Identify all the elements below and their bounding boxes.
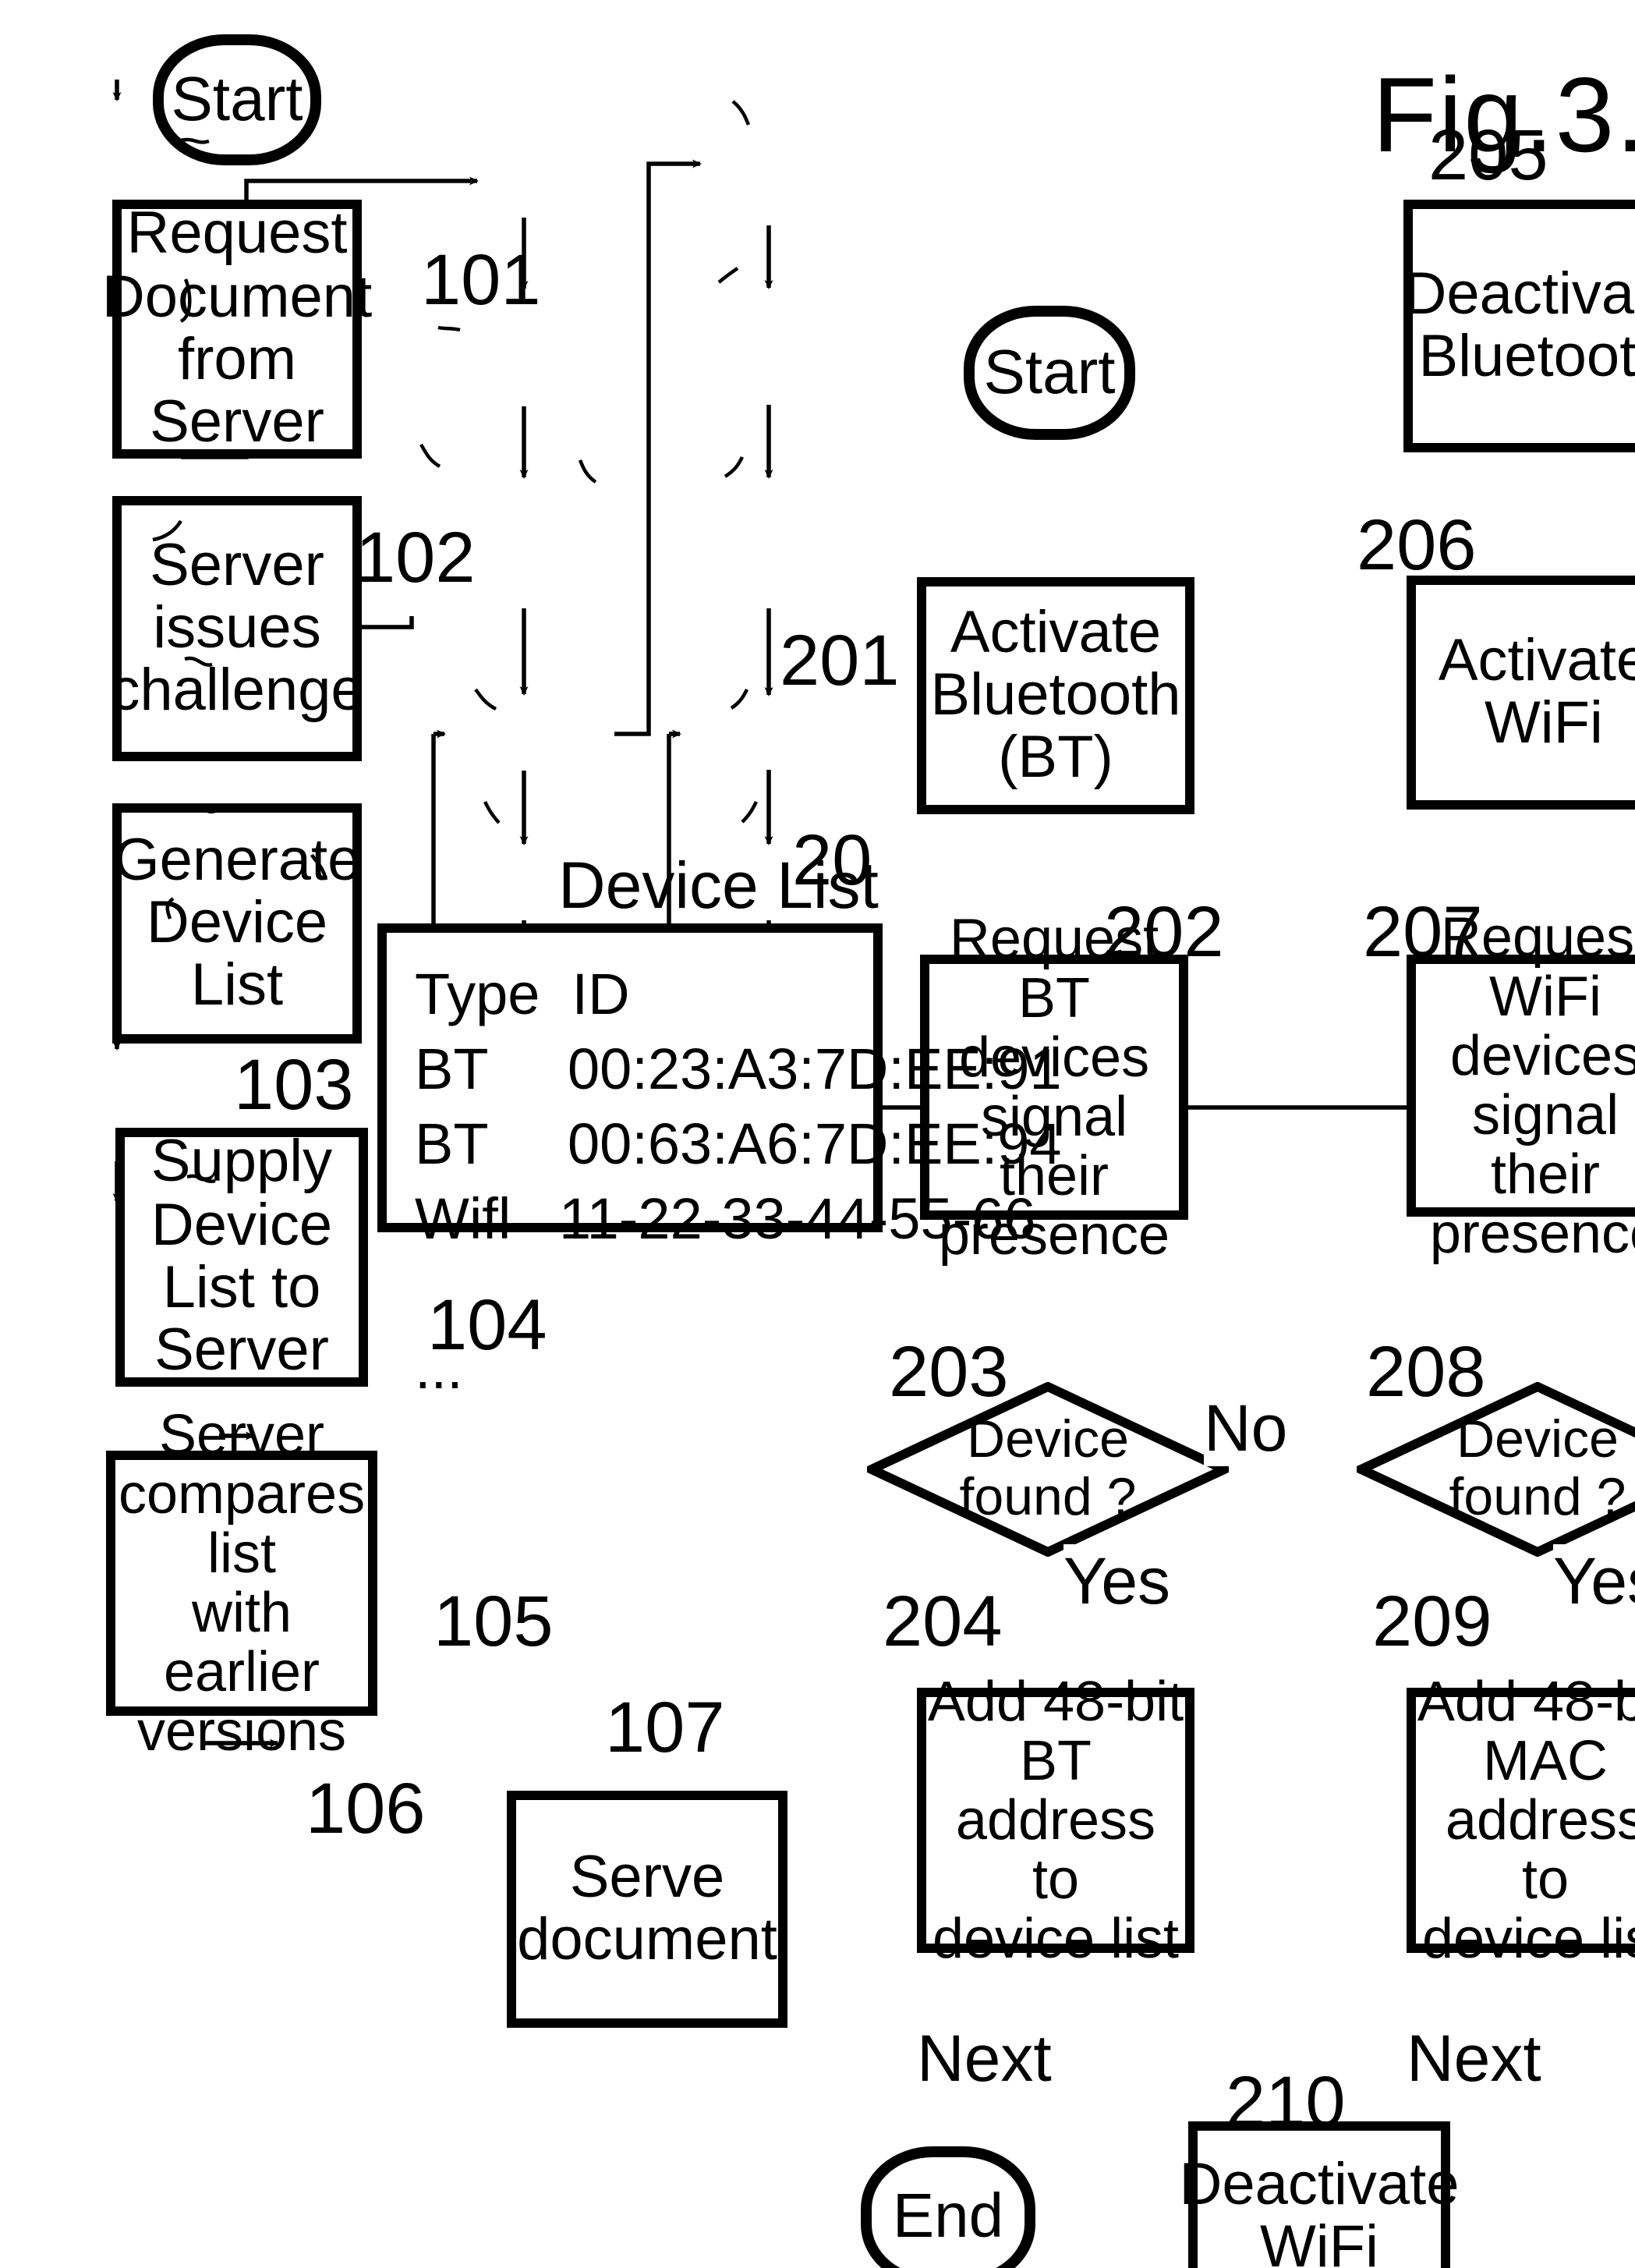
- ref-102: 102: [356, 516, 476, 597]
- ref-20: 20: [792, 819, 872, 900]
- ref-202: 202: [1104, 891, 1224, 972]
- figure-sheet: Fig.3. Start Request Document from Serve…: [0, 0, 1635, 2268]
- process-add-bt-address: Add 48-bit BT address to device list: [917, 1671, 1194, 1969]
- ref-207: 207: [1363, 891, 1483, 972]
- process-supply-device-list: Supply Device List to Server: [115, 1128, 368, 1387]
- ref-106: 106: [306, 1767, 426, 1848]
- ref-209: 209: [1372, 1580, 1492, 1661]
- device-list-table: Type ID BT 00:23:A3:7D:EE:91 BT 00:63:A6…: [377, 923, 1062, 1402]
- ref-205: 205: [1428, 114, 1548, 195]
- end-terminator-discovery: End: [861, 2146, 1035, 2268]
- ref-103: 103: [234, 1044, 354, 1125]
- start-terminator-left: Start: [153, 34, 321, 165]
- ref-107: 107: [605, 1686, 725, 1767]
- process-serve-document: Serve document: [507, 1791, 787, 2028]
- ref-101: 101: [421, 239, 541, 320]
- process-activate-wifi: Activate WiFi: [1407, 576, 1635, 810]
- ref-208: 208: [1366, 1331, 1486, 1412]
- edge-label-bt-found-no: No: [1204, 1391, 1288, 1466]
- start-terminator-bluetooth: Start: [964, 306, 1135, 440]
- process-server-compares-list: Server compares list with earlier versio…: [106, 1404, 377, 1761]
- process-deactivate-wifi: Deactivate WiFi: [1179, 2121, 1460, 2268]
- edge-label-wifi-found-yes: Yes: [1553, 1544, 1635, 1619]
- ref-104: 104: [427, 1284, 547, 1365]
- process-deactivate-bluetooth: Deactivate Bluetooth: [1403, 200, 1635, 452]
- ref-201: 201: [780, 619, 900, 700]
- process-request-document: Request Document from Server: [102, 200, 372, 459]
- process-generate-device-list: Generate Device List: [112, 803, 362, 1044]
- edge-label-bt-loop-next: Next: [917, 2022, 1052, 2096]
- ref-203: 203: [889, 1331, 1009, 1412]
- ref-105: 105: [434, 1580, 554, 1661]
- ref-210: 210: [1226, 2061, 1346, 2142]
- edge-label-bt-found-yes: Yes: [1063, 1544, 1171, 1619]
- ref-206: 206: [1357, 504, 1477, 585]
- ref-204: 204: [883, 1580, 1003, 1661]
- process-activate-bluetooth: Activate Bluetooth (BT): [917, 577, 1194, 814]
- process-server-issues-challenge: Server issues challenge: [110, 496, 364, 761]
- edge-label-wifi-loop-next: Next: [1407, 2022, 1541, 2096]
- process-request-wifi-devices: Request WiFi devices signal their presen…: [1407, 906, 1635, 1263]
- process-add-mac-address: Add 48-bit MAC address to device list: [1407, 1671, 1635, 1969]
